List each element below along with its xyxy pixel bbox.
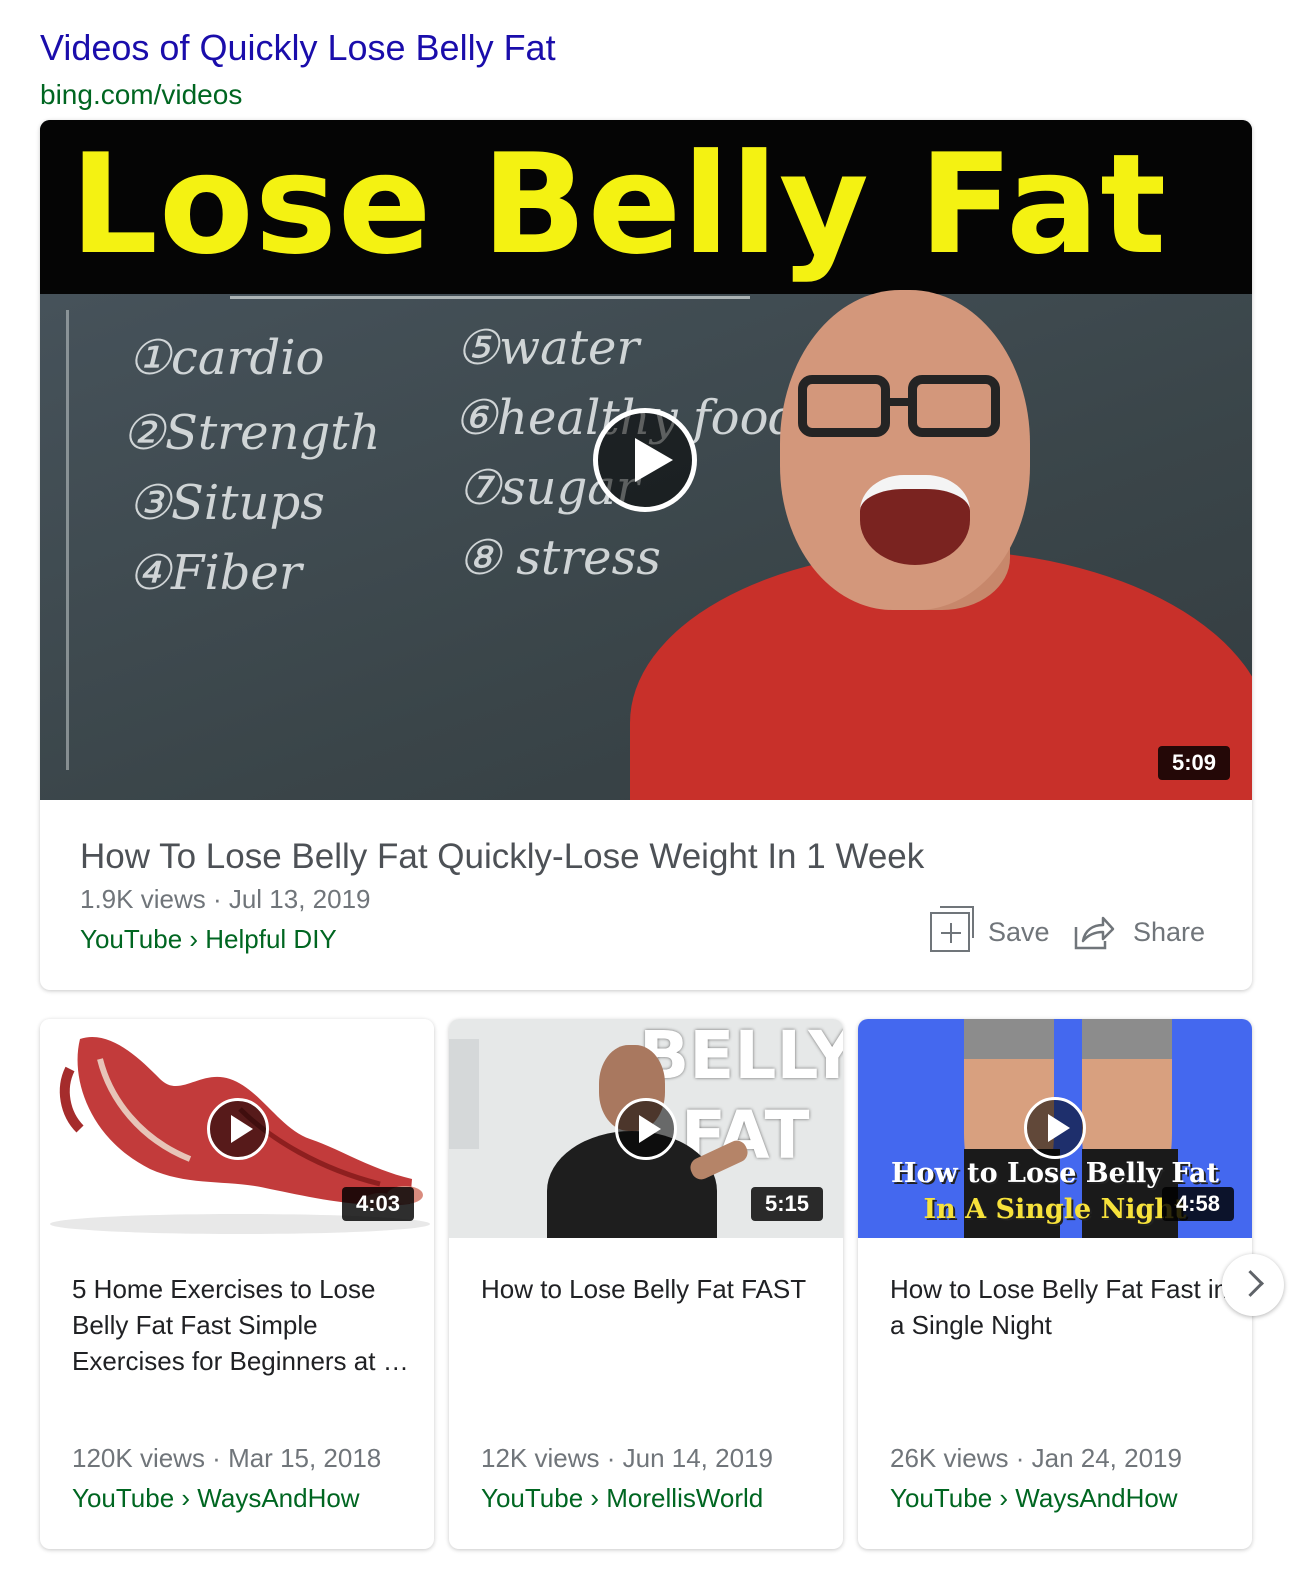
video-title[interactable]: 5 Home Exercises to Lose Belly Fat Fast … [72, 1271, 412, 1379]
share-icon [1074, 916, 1115, 950]
duration-badge: 4:03 [342, 1187, 415, 1221]
thumbnail-overlay-text: How to Lose Belly Fat [890, 1158, 1220, 1189]
play-icon[interactable] [1024, 1097, 1086, 1159]
duration-badge: 5:15 [751, 1187, 824, 1221]
featured-video-source[interactable]: YouTube › Helpful DIY [80, 922, 337, 956]
video-card[interactable]: 4:03 5 Home Exercises to Lose Belly Fat … [40, 1019, 434, 1549]
featured-video-meta: 1.9K views · Jul 13, 2019 [80, 884, 371, 914]
share-label: Share [1133, 916, 1206, 947]
duration-badge: 4:58 [1162, 1187, 1235, 1221]
featured-video-info: How To Lose Belly Fat Quickly-Lose Weigh… [40, 800, 1252, 990]
glasses-right [908, 375, 1000, 437]
glasses-left [798, 375, 890, 437]
video-thumbnail[interactable]: How to Lose Belly Fat In A Single Night … [858, 1019, 1252, 1238]
share-button[interactable]: Share [1073, 910, 1205, 954]
video-thumbnail[interactable]: BELLY FAT 5:15 [449, 1019, 843, 1238]
featured-video-title[interactable]: How To Lose Belly Fat Quickly-Lose Weigh… [80, 836, 924, 878]
save-label: Save [988, 916, 1050, 947]
chalk-text: ②Strength [122, 405, 381, 461]
thumbnail-overlay-text: BELLY [639, 1019, 843, 1094]
video-source[interactable]: YouTube › MorellisWorld [481, 1481, 763, 1515]
chalk-margin-line [66, 310, 69, 770]
video-meta: 12K views · Jun 14, 2019 [481, 1443, 773, 1473]
video-card[interactable]: BELLY FAT 5:15 How to Lose Belly Fat FAS… [449, 1019, 843, 1549]
chalk-underline [230, 296, 750, 299]
featured-video-thumbnail[interactable]: Lose Belly Fat ①cardio ②Strength ③Situps… [40, 120, 1252, 800]
video-meta: 120K views · Mar 15, 2018 [72, 1443, 382, 1473]
save-button[interactable]: Save [930, 906, 1050, 954]
video-source[interactable]: YouTube › WaysAndHow [890, 1481, 1178, 1515]
model-top-right [1082, 1019, 1172, 1059]
video-title[interactable]: How to Lose Belly Fat FAST [481, 1271, 821, 1307]
featured-video-card[interactable]: Lose Belly Fat ①cardio ②Strength ③Situps… [40, 120, 1252, 990]
page-title[interactable]: Videos of Quickly Lose Belly Fat [40, 26, 556, 70]
source-url[interactable]: bing.com/videos [40, 78, 242, 112]
video-meta: 26K views · Jan 24, 2019 [890, 1443, 1182, 1473]
presenter-mouth [860, 475, 970, 565]
whiteboard-edge [449, 1039, 479, 1149]
video-thumbnail[interactable]: 4:03 [40, 1019, 434, 1238]
play-icon[interactable] [593, 408, 697, 512]
chevron-right-icon[interactable] [1222, 1254, 1284, 1316]
model-top-left [964, 1019, 1054, 1059]
video-card[interactable]: How to Lose Belly Fat In A Single Night … [858, 1019, 1252, 1549]
chalk-text: ①cardio [128, 330, 325, 386]
chalk-text: ⑧ stress [458, 530, 661, 586]
save-icon [930, 906, 974, 952]
video-source[interactable]: YouTube › WaysAndHow [72, 1481, 360, 1515]
play-icon[interactable] [615, 1098, 677, 1160]
glasses-bridge [890, 398, 914, 406]
play-icon[interactable] [207, 1098, 269, 1160]
chalk-text: ⑤water [456, 320, 640, 376]
chalk-text: ③Situps [128, 475, 325, 531]
thumbnail-banner-text: Lose Belly Fat [70, 124, 1168, 285]
video-title[interactable]: How to Lose Belly Fat Fast in a Single N… [890, 1271, 1230, 1343]
thumbnail-banner: Lose Belly Fat [40, 120, 1252, 294]
chalk-text: ④Fiber [128, 545, 302, 601]
duration-badge: 5:09 [1158, 746, 1231, 780]
